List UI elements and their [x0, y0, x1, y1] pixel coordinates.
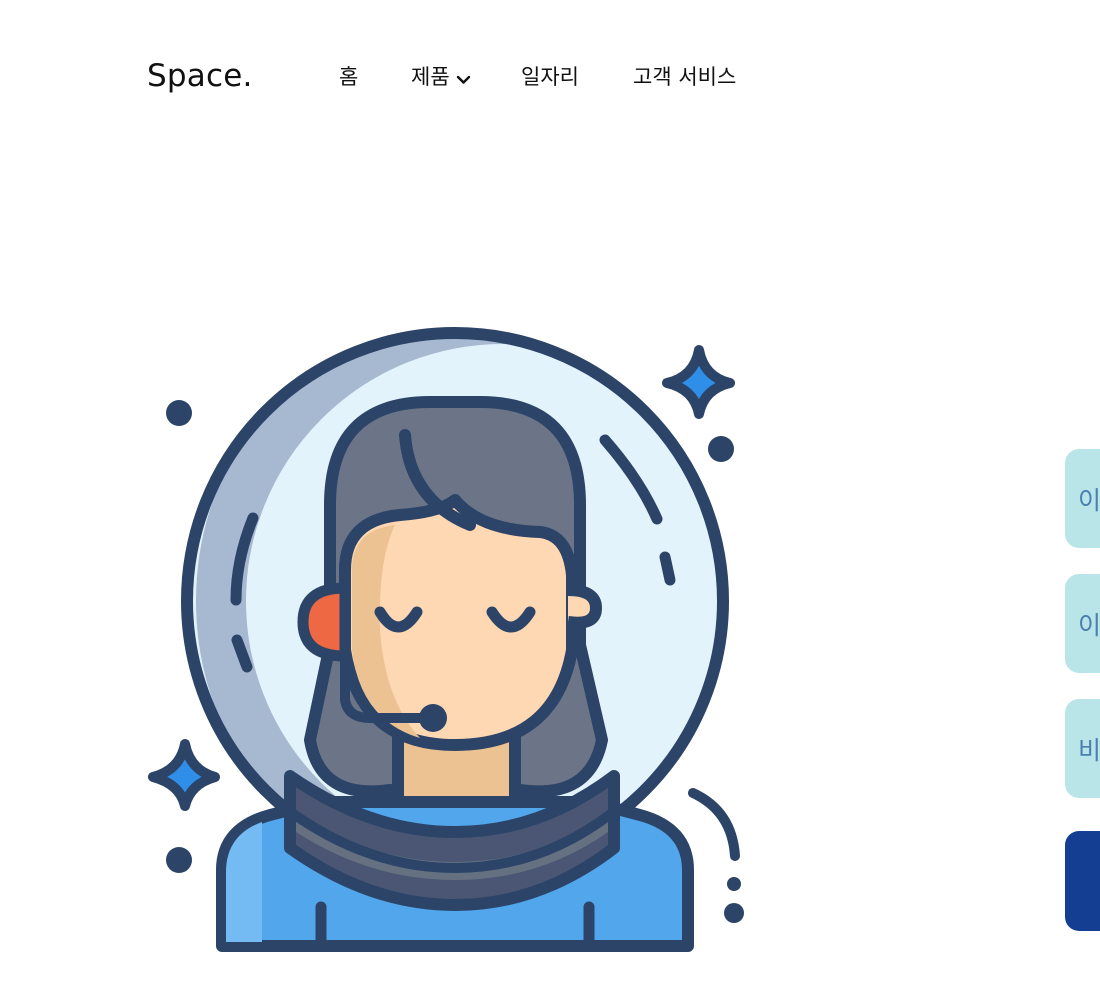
- side-menu-button-3[interactable]: 비: [1065, 699, 1100, 798]
- side-menu-button-2-label: 이: [1078, 610, 1100, 640]
- chevron-down-icon: [456, 63, 471, 93]
- side-menu-button-3-label: 비: [1078, 735, 1100, 765]
- nav-products[interactable]: 제품: [411, 62, 471, 93]
- astronaut-support-agent-illustration: [140, 320, 760, 970]
- logo[interactable]: Space.: [147, 58, 253, 94]
- nav-products-label: 제품: [411, 65, 450, 89]
- side-menu-button-1[interactable]: 이: [1065, 449, 1100, 548]
- nav-home[interactable]: 홈: [339, 62, 358, 92]
- nav-jobs[interactable]: 일자리: [521, 62, 579, 92]
- side-menu-button-primary[interactable]: [1065, 831, 1100, 931]
- side-menu-button-2[interactable]: 이: [1065, 574, 1100, 673]
- side-menu-button-1-label: 이: [1078, 485, 1100, 515]
- nav-customer-service[interactable]: 고객 서비스: [633, 62, 736, 92]
